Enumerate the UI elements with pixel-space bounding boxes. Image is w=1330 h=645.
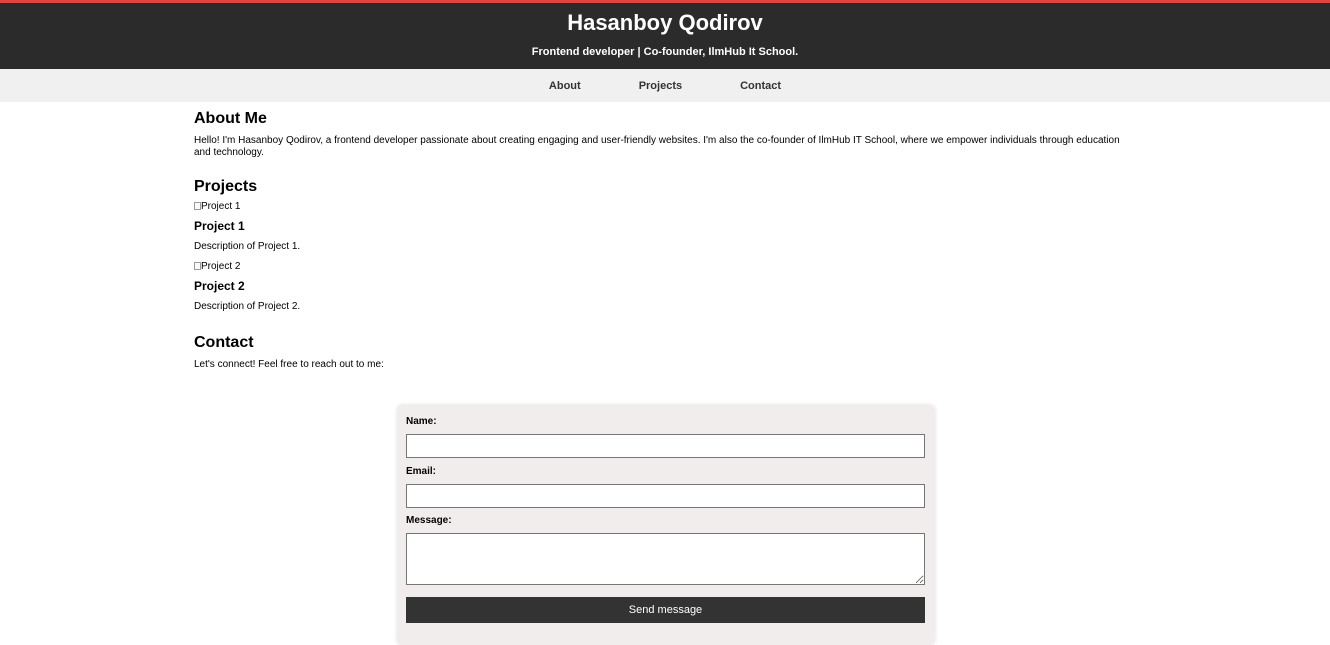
nav-link-projects[interactable]: Projects [613, 80, 708, 92]
contact-form: Name: Email: Message: Send message [397, 405, 935, 645]
project-1-image-alt: Project 1 [201, 201, 241, 212]
site-header: Hasanboy Qodirov Frontend developer | Co… [0, 0, 1330, 69]
projects-section: Projects Project 1 Project 1 Description… [194, 159, 1136, 313]
name-label: Name: [406, 416, 437, 427]
project-2-description: Description of Project 2. [194, 301, 301, 312]
project-1-image: Project 1 [194, 201, 1136, 213]
email-input[interactable] [406, 484, 925, 508]
project-2-title: Project 2 [194, 279, 245, 293]
project-2-image-alt: Project 2 [201, 261, 241, 272]
main-content: About Me Hello! I'm Hasanboy Qodirov, a … [0, 102, 1330, 645]
nav-link-contact[interactable]: Contact [714, 80, 807, 92]
site-title: Hasanboy Qodirov [567, 10, 763, 35]
about-text: Hello! I'm Hasanboy Qodirov, a frontend … [194, 135, 1120, 158]
main-nav: About Projects Contact [0, 69, 1330, 102]
message-label: Message: [406, 515, 452, 526]
broken-image-icon [194, 262, 201, 270]
projects-heading: Projects [194, 178, 258, 195]
message-textarea[interactable] [406, 533, 925, 585]
about-heading: About Me [194, 110, 267, 127]
project-1-title: Project 1 [194, 219, 245, 233]
contact-heading: Contact [194, 334, 254, 351]
email-label: Email: [406, 466, 437, 477]
nav-link-about[interactable]: About [523, 80, 607, 92]
contact-section: Contact Let's connect! Feel free to reac… [194, 313, 1136, 645]
broken-image-icon [194, 202, 201, 210]
name-input[interactable] [406, 434, 925, 458]
about-section: About Me Hello! I'm Hasanboy Qodirov, a … [194, 102, 1136, 159]
contact-text: Let's connect! Feel free to reach out to… [194, 359, 384, 370]
project-1-description: Description of Project 1. [194, 241, 301, 252]
project-2-image: Project 2 [194, 261, 1136, 273]
send-message-button[interactable]: Send message [406, 597, 925, 623]
site-tagline: Frontend developer | Co-founder, IlmHub … [531, 46, 799, 58]
